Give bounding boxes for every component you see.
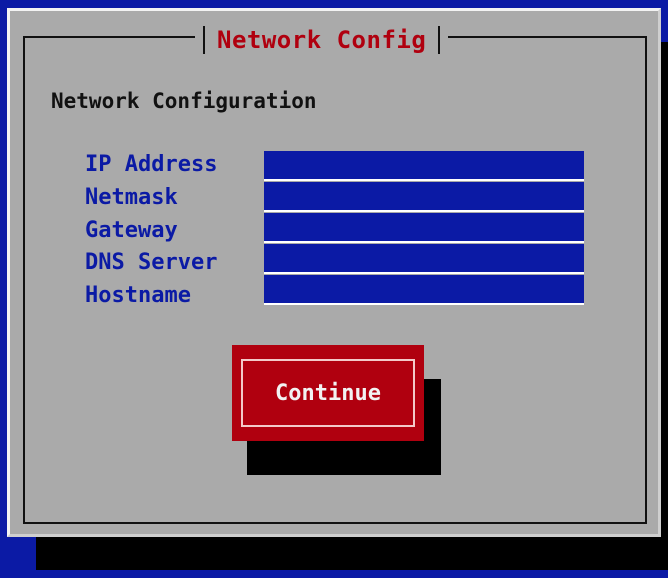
dialog-heading: Network Configuration: [51, 89, 317, 113]
gateway-label: Gateway: [85, 218, 178, 243]
network-config-dialog: Network Config Network Configuration IP …: [7, 8, 661, 537]
dialog-title-bar: Network Config: [195, 23, 449, 57]
gateway-input[interactable]: [264, 213, 584, 243]
continue-button[interactable]: Continue: [232, 345, 424, 441]
screen-background: { "dialog": { "title": "Network Config",…: [0, 0, 668, 578]
ip-address-label: IP Address: [85, 152, 218, 177]
hostname-label: Hostname: [85, 283, 191, 308]
netmask-label: Netmask: [85, 185, 178, 210]
hostname-input[interactable]: [264, 275, 584, 305]
dns-server-label: DNS Server: [85, 250, 218, 275]
continue-button-label: Continue: [275, 380, 381, 406]
dialog-title: Network Config: [217, 26, 427, 54]
netmask-input[interactable]: [264, 182, 584, 212]
ip-address-input[interactable]: [264, 151, 584, 181]
dns-server-input[interactable]: [264, 244, 584, 274]
title-right-bracket: [438, 26, 441, 54]
continue-button-focus-ring: Continue: [241, 359, 415, 427]
